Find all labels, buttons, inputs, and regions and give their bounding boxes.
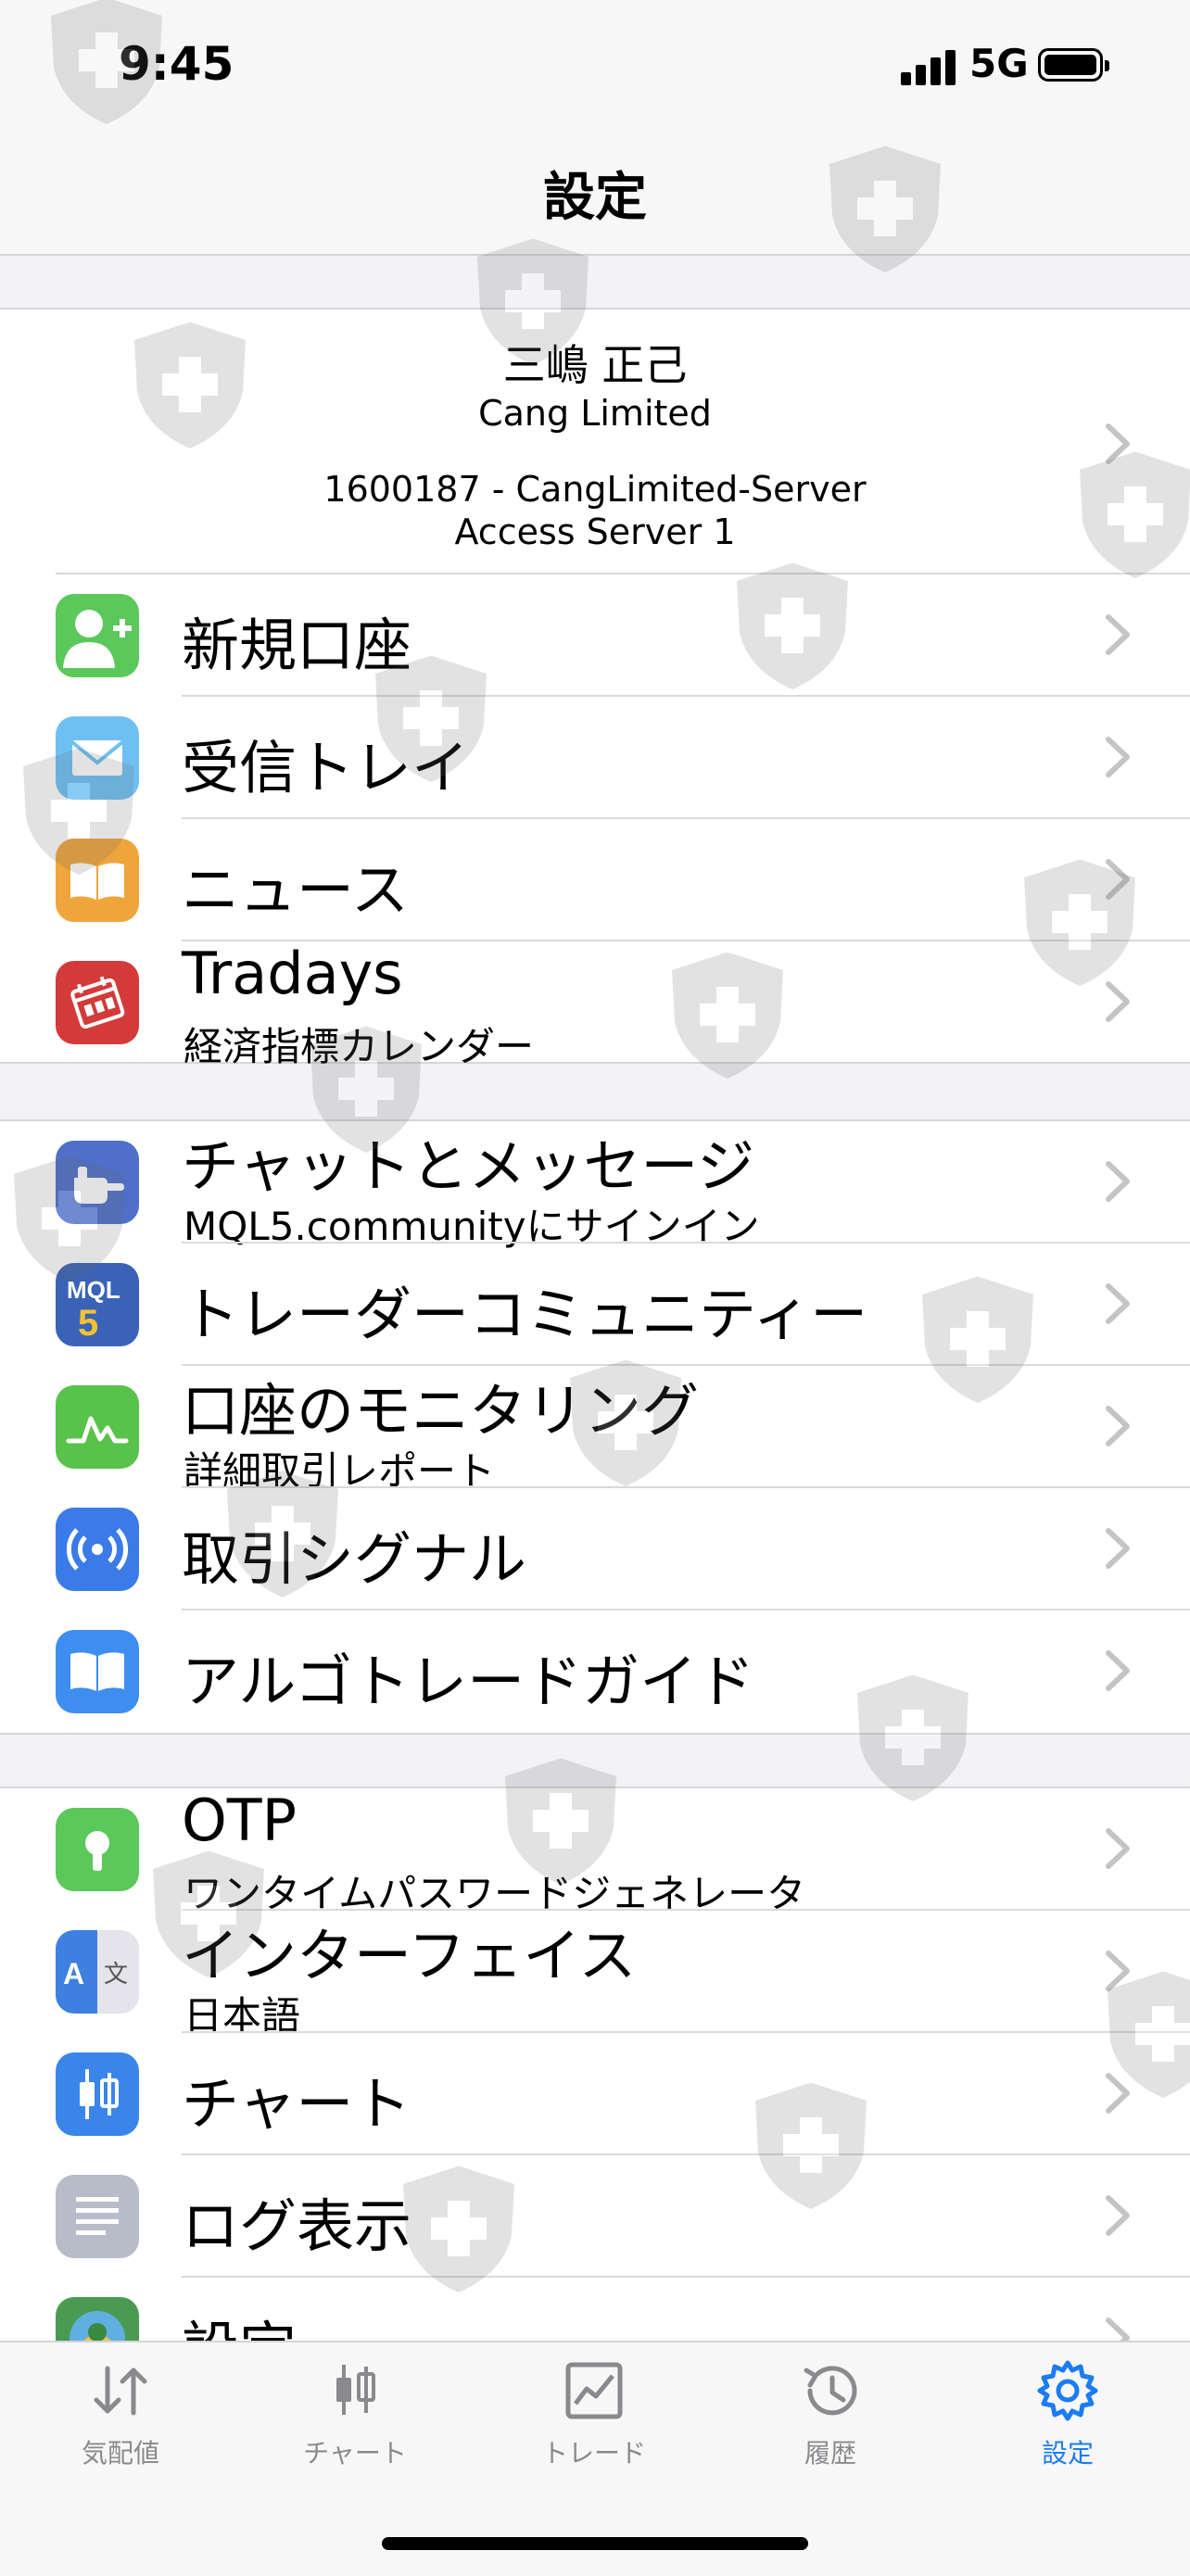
account-name: 三嶋 正己 (502, 340, 688, 390)
chevron-right-icon (1106, 1283, 1130, 1324)
svg-text:A: A (63, 1957, 84, 1990)
chart-tab-icon (336, 2365, 375, 2415)
row-label: ニュース (182, 856, 409, 924)
tab-label: トレード (541, 2438, 646, 2469)
tab-settings[interactable]: 設定 (975, 2357, 1160, 2487)
section-account-services: 新規口座 受信トレイ ニュース Tradays 経済指標カレンダー (0, 573, 1190, 1069)
row-interface[interactable]: A文 インターフェイス 日本語 (0, 1911, 1190, 2039)
row-label: 取引シグナル (182, 1525, 527, 1593)
navigation-bar: 設定 (0, 139, 1190, 256)
keyhole-icon (56, 1808, 139, 1891)
calendar-icon (56, 961, 139, 1044)
row-label: 受信トレイ (182, 734, 470, 802)
row-trader-community[interactable]: MQL 5 トレーダーコミュニティー (0, 1244, 1190, 1366)
language-icon: A文 (56, 1930, 139, 2014)
monitoring-icon (56, 1385, 139, 1469)
row-label: インターフェイス (182, 1922, 637, 1989)
home-indicator[interactable] (382, 2537, 808, 2550)
row-label: ログ表示 (182, 2192, 412, 2260)
account-access-server: Access Server 1 (454, 511, 736, 552)
page-title: 設定 (543, 168, 647, 228)
tab-label: 設定 (1041, 2438, 1094, 2469)
tab-history[interactable]: 履歴 (738, 2357, 923, 2487)
chevron-right-icon (1106, 1828, 1130, 1869)
log-icon (56, 2175, 139, 2258)
row-tradays[interactable]: Tradays 経済指標カレンダー (0, 940, 1190, 1069)
row-new-account[interactable]: 新規口座 (0, 573, 1190, 697)
row-label: チャート (182, 2070, 411, 2138)
row-label: トレーダーコミュニティー (182, 1281, 868, 1348)
chat-hand-icon (56, 1141, 139, 1224)
row-label: 口座のモニタリング (182, 1377, 700, 1445)
row-label: Tradays (182, 940, 403, 1007)
tab-label: チャート (303, 2438, 407, 2469)
account-company: Cang Limited (478, 393, 712, 434)
row-otp[interactable]: OTP ワンタイムパスワードジェネレータ (0, 1787, 1190, 1916)
row-log-view[interactable]: ログ表示 (0, 2155, 1190, 2278)
row-algo-trading-guide[interactable]: アルゴトレードガイド (0, 1610, 1190, 1733)
row-trading-signals[interactable]: 取引シグナル (0, 1488, 1190, 1610)
row-label: 新規口座 (182, 612, 412, 679)
tab-quotes[interactable]: 気配値 (28, 2357, 213, 2487)
chevron-right-icon (1106, 1161, 1130, 1202)
chevron-right-icon (1106, 981, 1130, 1022)
chevron-right-icon (1106, 1406, 1130, 1446)
tab-label: 履歴 (804, 2438, 856, 2469)
history-icon (804, 2366, 857, 2416)
row-inbox[interactable]: 受信トレイ (0, 697, 1190, 819)
row-account-monitoring[interactable]: 口座のモニタリング 詳細取引レポート (0, 1366, 1190, 1494)
tab-trade[interactable]: トレード (501, 2357, 687, 2487)
cellular-signal-icon (901, 48, 958, 85)
chevron-right-icon (1106, 859, 1130, 900)
chevron-right-icon (1106, 1951, 1130, 1991)
svg-text:文: 文 (104, 1961, 128, 1989)
row-label: チャットとメッセージ (182, 1132, 755, 1200)
section-community: チャットとメッセージ MQL5.communityにサインイン MQL 5 トレー… (0, 1119, 1190, 1735)
row-chart[interactable]: チャート (0, 2033, 1190, 2155)
account-server: 1600187 - CangLimited-Server (323, 469, 867, 510)
chevron-right-icon (1106, 737, 1130, 777)
settings-gear-icon (1037, 2360, 1098, 2421)
trade-icon (565, 2362, 623, 2419)
signal-icon (56, 1508, 139, 1591)
add-user-icon (56, 594, 139, 677)
section-app-settings: OTP ワンタイムパスワードジェネレータ A文 インターフェイス 日本語 チャー… (0, 1787, 1190, 2418)
svg-text:MQL: MQL (67, 1276, 120, 1304)
row-news[interactable]: ニュース (0, 819, 1190, 941)
svg-text:5: 5 (78, 1303, 98, 1344)
book-icon (56, 839, 139, 922)
row-label: アルゴトレードガイド (182, 1648, 755, 1715)
row-label: OTP (182, 1787, 298, 1854)
battery-icon (1038, 48, 1109, 82)
tab-label: 気配値 (81, 2438, 159, 2469)
mql5-icon: MQL 5 (56, 1263, 139, 1346)
chevron-right-icon (1106, 614, 1130, 655)
chevron-right-icon (1106, 2195, 1130, 2236)
status-time: 9:45 (119, 37, 234, 91)
row-chat-messages[interactable]: チャットとメッセージ MQL5.communityにサインイン (0, 1121, 1190, 1249)
tab-chart[interactable]: チャート (262, 2357, 448, 2487)
chevron-right-icon (1106, 1650, 1130, 1691)
account-card[interactable]: 三嶋 正己 Cang Limited 1600187 - CangLimited… (0, 308, 1190, 576)
status-bar: 9:45 5G (0, 0, 1190, 139)
mail-icon (56, 716, 139, 800)
quotes-icon (94, 2366, 147, 2416)
chevron-right-icon (1106, 2073, 1130, 2114)
chevron-right-icon (1106, 1528, 1130, 1569)
chevron-right-icon (1106, 423, 1130, 464)
network-type: 5G (969, 41, 1029, 86)
candlestick-icon (56, 2052, 139, 2136)
row-sublabel: 経済指標カレンダー (184, 1024, 535, 1069)
guide-book-icon (56, 1630, 139, 1713)
